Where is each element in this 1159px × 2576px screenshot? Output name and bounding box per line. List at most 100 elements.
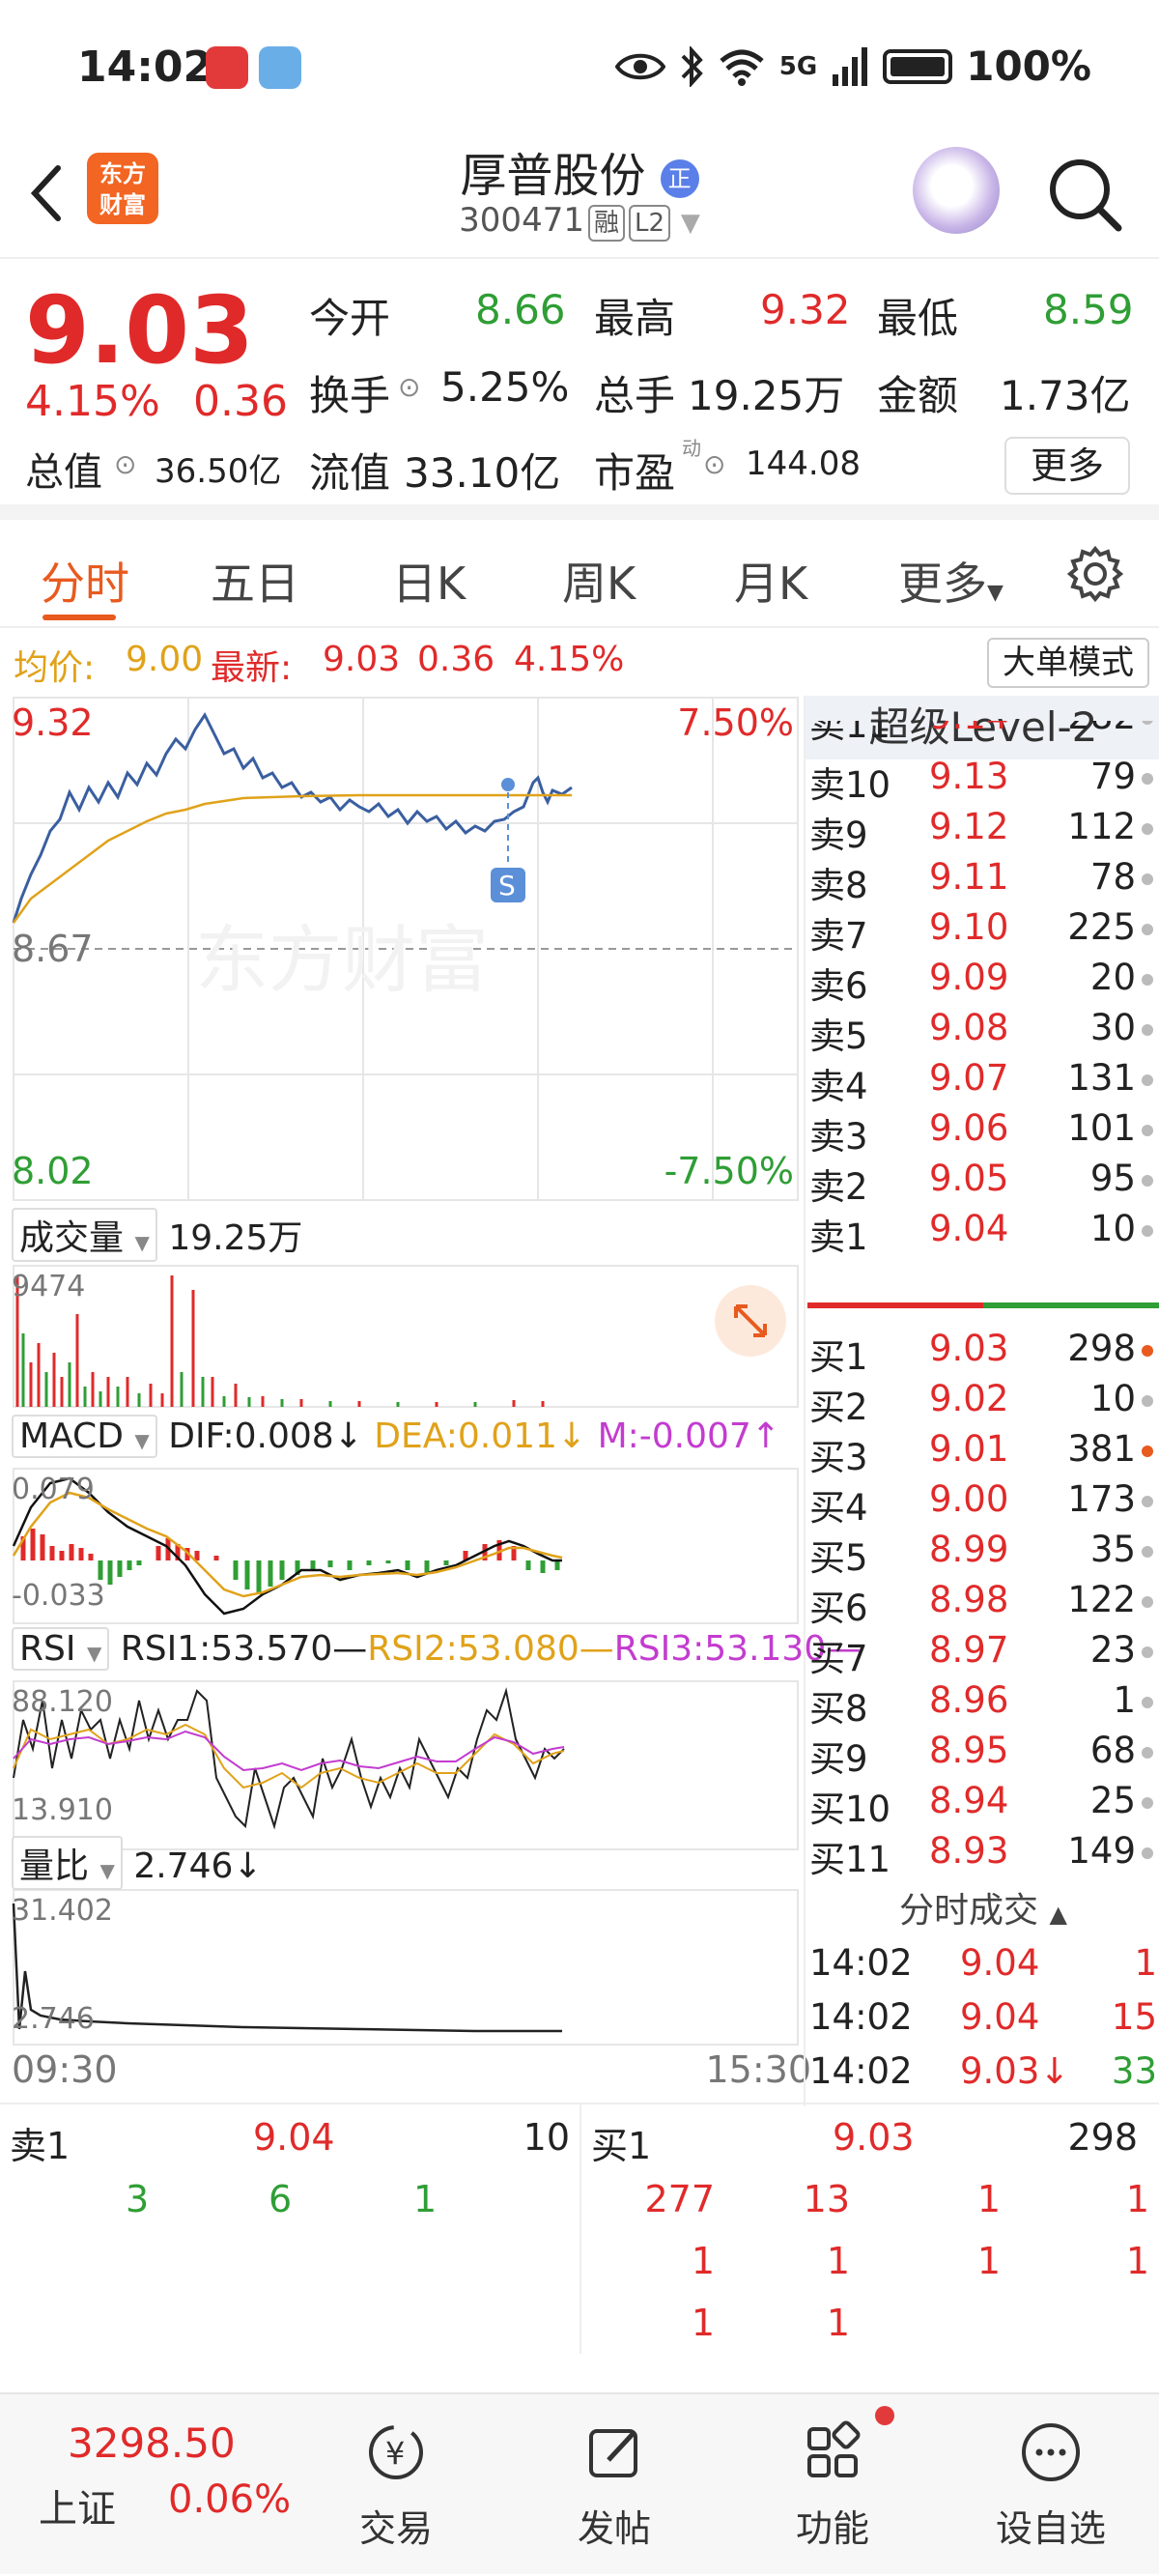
trade-icon: ¥ (369, 2425, 423, 2479)
buy-row[interactable]: 买8 8.96 1 (806, 1679, 1153, 1730)
tab-five-day[interactable]: 五日 (211, 549, 299, 613)
volume-ratio-dropdown[interactable]: 量比 ▼ (12, 1836, 123, 1890)
level-buy-price: 9.03 (833, 2116, 915, 2159)
volume-dot (1142, 1345, 1153, 1357)
time-start-label: 09:30 (12, 2048, 118, 2091)
volume-ratio-bottom-label: 2.746 (12, 2002, 95, 2036)
buy-level-price: 8.96 (929, 1679, 1009, 1721)
buy-order-cell: 13 (803, 2178, 850, 2220)
sell-level-volume: 112 (1067, 806, 1136, 847)
buy-row[interactable]: 买2 9.02 10 (806, 1378, 1153, 1428)
macd-indicator-dropdown[interactable]: MACD ▼ (12, 1415, 157, 1458)
tab-daily-k[interactable]: 日K (392, 549, 466, 613)
buy-row[interactable]: 买3 9.01 381 (806, 1428, 1153, 1478)
amount-value: 1.73亿 (1000, 372, 1131, 419)
sell-level-price: 9.11 (929, 856, 1009, 898)
buy-level-price: 9.03 (929, 1328, 1009, 1369)
buy-row[interactable]: 买9 8.95 68 (806, 1730, 1153, 1780)
nav-watchlist[interactable]: 设自选 (974, 2394, 1128, 2576)
buy-level-volume: 149 (1067, 1830, 1136, 1872)
robot-assistant-icon[interactable] (913, 147, 1000, 234)
sell-row[interactable]: 卖7 9.10 225 (806, 906, 1153, 957)
caret-down-icon: ▼ (987, 581, 1004, 605)
buy-row[interactable]: 买10 8.94 25 (806, 1780, 1153, 1830)
volume-ratio-value: 2.746↓ (133, 1846, 263, 1886)
price-line (12, 712, 573, 924)
buy-level-volume: 1 (1113, 1679, 1136, 1721)
index-value[interactable]: 3298.50 (68, 2419, 236, 2467)
sell-level-price: 9.13 (929, 756, 1009, 797)
expand-chart-button[interactable] (715, 1285, 786, 1357)
trade-volume: 1 (1134, 1942, 1157, 1984)
buy-level-volume: 10 (1089, 1378, 1136, 1419)
buy-order-cell: 1 (826, 2302, 850, 2344)
tab-weekly-k[interactable]: 周K (562, 549, 636, 613)
sell-row[interactable]: 卖5 9.08 30 (806, 1007, 1153, 1057)
sell-row[interactable]: 卖6 9.09 20 (806, 957, 1153, 1007)
volume-indicator-dropdown[interactable]: 成交量 ▼ (12, 1208, 157, 1262)
volume-ratio-top-label: 31.402 (12, 1894, 113, 1928)
turnover-value: 5.25% (440, 363, 570, 411)
nav-post[interactable]: 发帖 (537, 2394, 692, 2576)
ref-price-label: 8.67 (12, 928, 94, 970)
rsi-bottom-label: 13.910 (12, 1793, 113, 1827)
big-order-mode-button[interactable]: 大单模式 (987, 638, 1149, 688)
level-buy-label: 买1 (591, 2125, 652, 2167)
sell-row[interactable]: 卖2 9.05 95 (806, 1158, 1153, 1208)
bid-ask-divider (807, 1302, 1159, 1308)
sell-row[interactable]: 卖1 9.04 10 (806, 1208, 1153, 1258)
battery-icon (883, 48, 953, 84)
buy-row[interactable]: 买6 8.98 122 (806, 1579, 1153, 1629)
volume-header: 成交量 ▼ 19.25万 (12, 1208, 302, 1262)
latest-value: 9.03 (323, 640, 401, 679)
sell-level-label: 卖4 (809, 1066, 868, 1107)
nav-post-label: 发帖 (577, 2507, 651, 2550)
buy-row[interactable]: 买7 8.97 23 (806, 1629, 1153, 1679)
more-button[interactable]: 更多 (1004, 437, 1130, 495)
nav-function[interactable]: 功能 (755, 2394, 910, 2576)
sell-row[interactable]: 卖10 9.13 79 (806, 756, 1153, 806)
trades-title[interactable]: 分时成交 ▲ (806, 1882, 1159, 1932)
buy-row[interactable]: 买5 8.99 35 (806, 1529, 1153, 1579)
sell-row[interactable]: 卖3 9.06 101 (806, 1107, 1153, 1158)
volume-ratio-label: 量比 (19, 1846, 90, 1886)
buy-row[interactable]: 买11 8.93 149 (806, 1830, 1153, 1880)
buy-level-label: 买3 (809, 1437, 868, 1478)
info-icon-3[interactable]: ⊙ (703, 448, 725, 480)
buy-level-label: 买11 (809, 1839, 891, 1880)
rsi-header: RSI ▼ RSI1:53.570—RSI2:53.080—RSI3:53.13… (12, 1627, 861, 1671)
buy-order-cell: 277 (644, 2178, 715, 2220)
volume-dot (1142, 974, 1153, 986)
low-label: 最低 (877, 295, 959, 342)
tab-intraday[interactable]: 分时 (41, 549, 129, 613)
nav-trade[interactable]: ¥ 交易 (319, 2394, 473, 2576)
time-end-label: 15:30 (705, 2048, 811, 2091)
tab-monthly-k[interactable]: 月K (734, 549, 807, 613)
level-divider (580, 2104, 581, 2354)
sell-row[interactable]: 卖9 9.12 112 (806, 806, 1153, 856)
buy-level-volume: 35 (1089, 1529, 1136, 1570)
index-name[interactable]: 上证 (39, 2477, 116, 2533)
notification-dot (875, 2406, 894, 2425)
buy-order-cell: 1 (691, 2240, 715, 2282)
trade-price: 9.03↓ (960, 2050, 1070, 2092)
latest-change: 0.36 (417, 640, 495, 679)
rsi3-line (13, 1730, 565, 1772)
sell-order-3: 1 (413, 2178, 438, 2220)
search-icon[interactable] (1043, 153, 1126, 236)
sell-row[interactable]: 卖4 9.07 131 (806, 1057, 1153, 1107)
tab-more[interactable]: 更多▼ (898, 549, 1004, 613)
volume-max-label: 9474 (12, 1270, 86, 1303)
sell-row[interactable]: 卖8 9.11 78 (806, 856, 1153, 906)
chart-area[interactable]: 东方财富 S 9.32 7.50% 8.67 8.02 -7.50% 成交量 ▼… (12, 696, 861, 2099)
gear-icon[interactable] (1064, 543, 1126, 605)
zheng-badge: 正 (660, 159, 699, 198)
rsi-indicator-dropdown[interactable]: RSI ▼ (12, 1627, 110, 1671)
volume-dot (1142, 1496, 1153, 1507)
info-icon[interactable]: ⊙ (398, 371, 420, 403)
index-change[interactable]: 0.06% (168, 2477, 291, 2522)
info-icon-2[interactable]: ⊙ (114, 448, 136, 480)
sell-order-2: 6 (269, 2178, 293, 2220)
buy-row[interactable]: 买1 9.03 298 (806, 1328, 1153, 1378)
buy-row[interactable]: 买4 9.00 173 (806, 1478, 1153, 1529)
